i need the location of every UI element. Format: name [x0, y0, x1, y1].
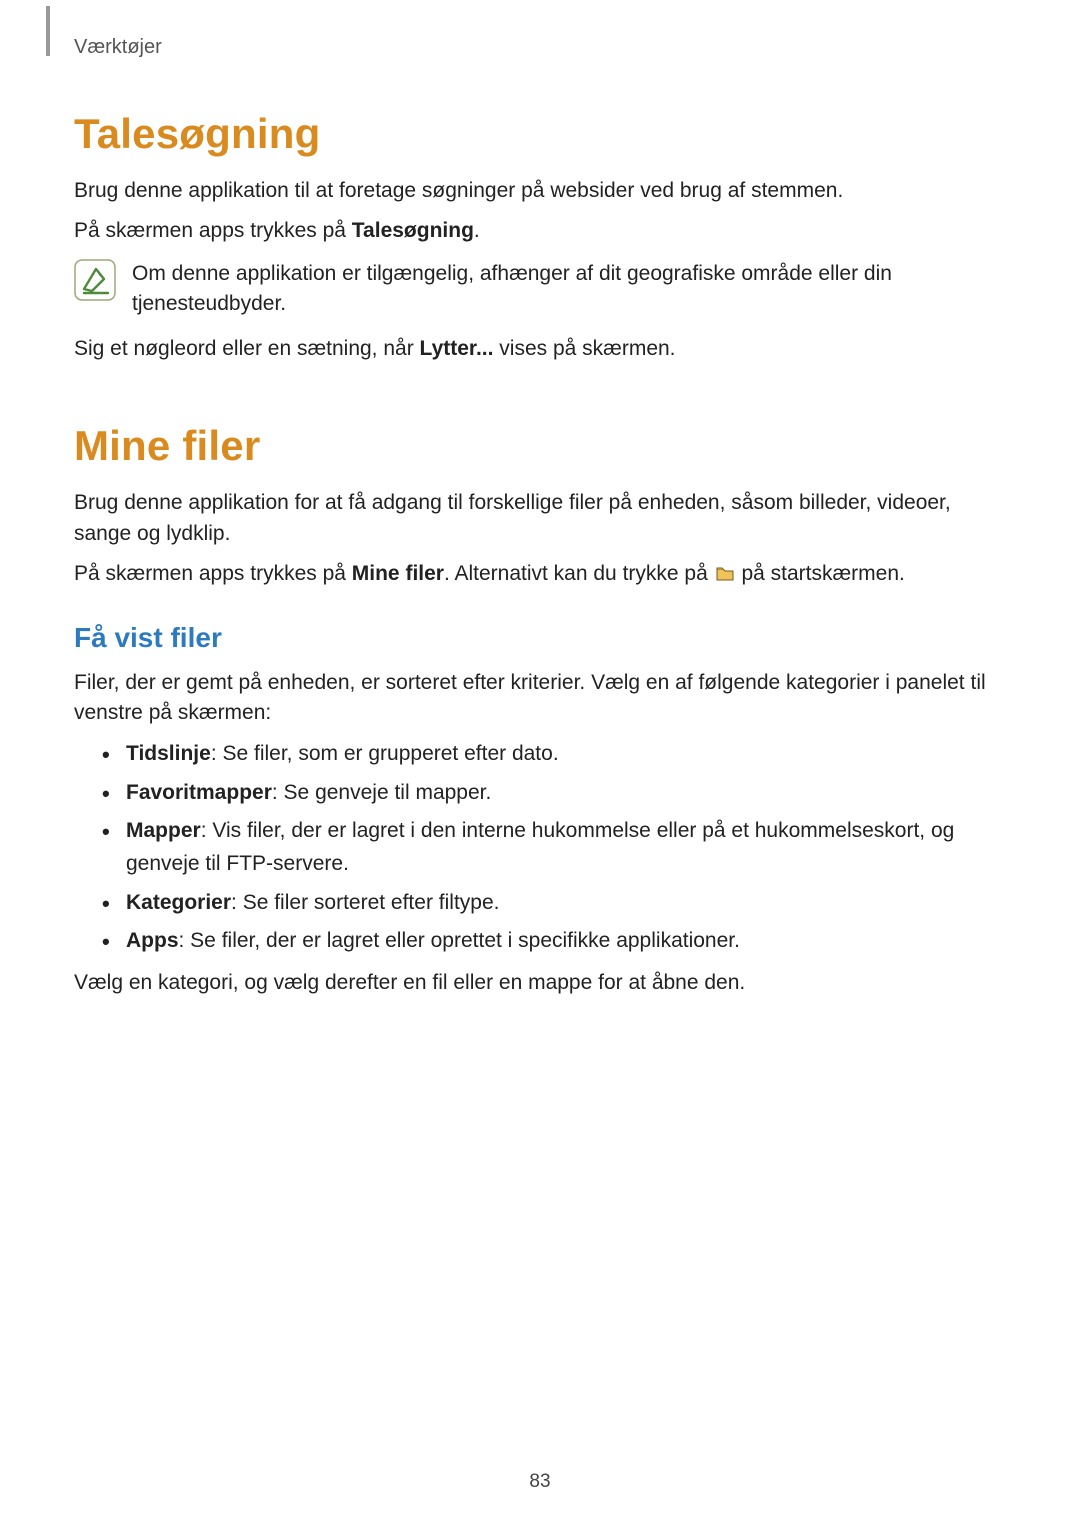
page-number: 83: [0, 1471, 1080, 1493]
subheading-fa-vist-filer: Få vist filer: [74, 622, 1006, 654]
note-block: Om denne applikation er tilgængelig, afh…: [74, 259, 1006, 320]
favistfiler-outro: Vælg en kategori, og vælg derefter en fi…: [74, 968, 1006, 998]
list-item: Kategorier: Se filer sorteret efter filt…: [74, 887, 1006, 920]
text: vises på skærmen.: [493, 337, 675, 360]
note-icon: [74, 259, 116, 301]
favistfiler-intro: Filer, der er gemt på enheden, er sorter…: [74, 668, 1006, 729]
document-page: Værktøjer Talesøgning Brug denne applika…: [0, 0, 1080, 1527]
heading-talesogning: Talesøgning: [74, 110, 1006, 158]
list-item-rest: : Vis filer, der er lagret i den interne…: [126, 819, 954, 875]
list-item-rest: : Se filer, som er grupperet efter dato.: [211, 742, 559, 765]
page-content: Talesøgning Brug denne applikation til a…: [74, 110, 1006, 998]
list-item-lead: Tidslinje: [126, 742, 211, 765]
note-text: Om denne applikation er tilgængelig, afh…: [132, 259, 1006, 320]
talesogning-p1: Brug denne applikation til at foretage s…: [74, 176, 1006, 206]
heading-mine-filer: Mine filer: [74, 422, 1006, 470]
list-item: Mapper: Vis filer, der er lagret i den i…: [74, 815, 1006, 880]
list-item-rest: : Se filer sorteret efter filtype.: [231, 891, 499, 914]
text: på startskærmen.: [736, 562, 905, 585]
list-item: Tidslinje: Se filer, som er grupperet ef…: [74, 738, 1006, 771]
bold-text: Lytter...: [420, 337, 494, 360]
category-list: Tidslinje: Se filer, som er grupperet ef…: [74, 738, 1006, 957]
text: På skærmen apps trykkes på: [74, 219, 352, 242]
list-item: Favoritmapper: Se genveje til mapper.: [74, 777, 1006, 810]
header-rule: [46, 6, 50, 56]
list-item-lead: Favoritmapper: [126, 781, 272, 804]
bold-text: Mine filer: [352, 562, 444, 585]
folder-icon: [716, 561, 734, 577]
text: Sig et nøgleord eller en sætning, når: [74, 337, 420, 360]
list-item-lead: Kategorier: [126, 891, 231, 914]
text: På skærmen apps trykkes på: [74, 562, 352, 585]
section-label: Værktøjer: [74, 36, 162, 59]
talesogning-p3: Sig et nøgleord eller en sætning, når Ly…: [74, 334, 1006, 364]
text: .: [474, 219, 480, 242]
text: . Alternativt kan du trykke på: [444, 562, 714, 585]
bold-text: Talesøgning: [352, 219, 474, 242]
list-item-rest: : Se filer, der er lagret eller oprettet…: [179, 929, 740, 952]
minefiler-p1: Brug denne applikation for at få adgang …: [74, 488, 1006, 549]
talesogning-p2: På skærmen apps trykkes på Talesøgning.: [74, 216, 1006, 246]
list-item: Apps: Se filer, der er lagret eller opre…: [74, 925, 1006, 958]
list-item-lead: Mapper: [126, 819, 201, 842]
list-item-rest: : Se genveje til mapper.: [272, 781, 491, 804]
list-item-lead: Apps: [126, 929, 179, 952]
minefiler-p2: På skærmen apps trykkes på Mine filer. A…: [74, 559, 1006, 589]
